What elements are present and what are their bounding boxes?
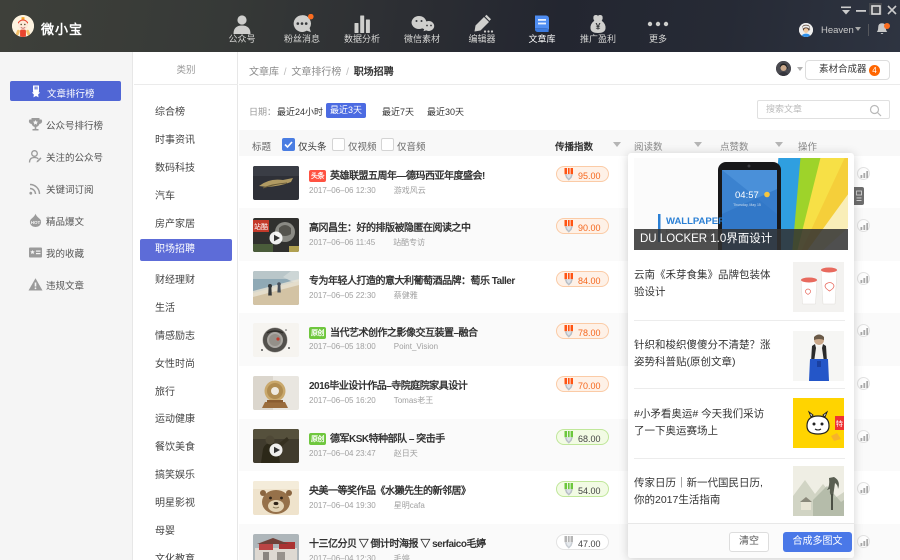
svg-text:04:57: 04:57 xyxy=(735,190,759,201)
svg-text:¥: ¥ xyxy=(595,22,600,32)
svg-text:HOT: HOT xyxy=(31,220,41,225)
svg-text:WALLPAPER: WALLPAPER xyxy=(666,216,725,227)
svg-text:Thursday, May 15: Thursday, May 15 xyxy=(733,203,761,207)
svg-text:特: 特 xyxy=(836,419,843,428)
svg-text:站酷: 站酷 xyxy=(254,222,268,231)
